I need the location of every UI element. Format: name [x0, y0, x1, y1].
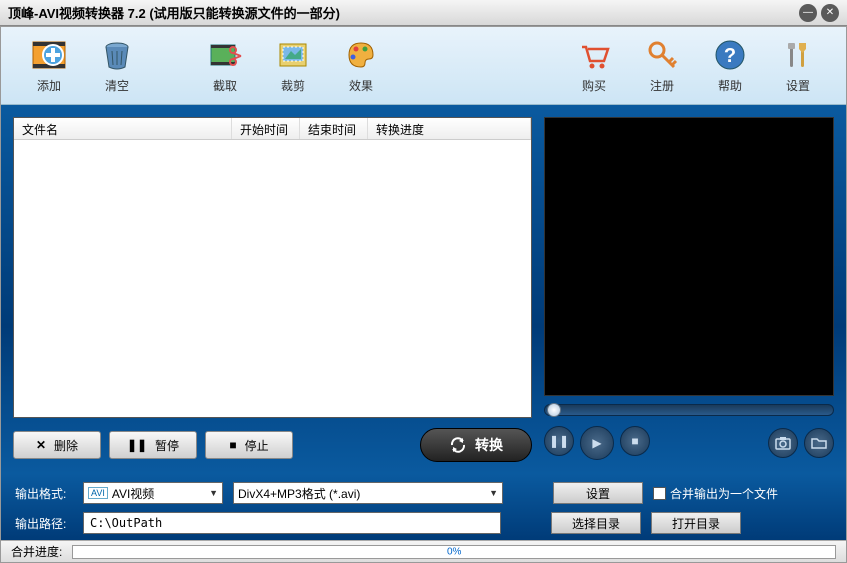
stop-icon: ■ [631, 434, 638, 448]
seek-slider[interactable] [544, 404, 834, 416]
stop-button[interactable]: ■ 停止 [205, 431, 293, 459]
media-controls: ❚❚ ▶ ■ [544, 424, 834, 462]
chevron-down-icon: ▼ [489, 488, 498, 498]
effect-button[interactable]: 效果 [327, 37, 395, 94]
media-stop-button[interactable]: ■ [620, 426, 650, 456]
right-panel: ❚❚ ▶ ■ [544, 117, 834, 462]
film-add-icon [31, 37, 67, 73]
picture-crop-icon [275, 37, 311, 73]
format-settings-button[interactable]: 设置 [553, 482, 643, 504]
action-row: ✕ 删除 ❚❚ 暂停 ■ 停止 转换 [13, 428, 532, 462]
output-section: 输出格式: AVI AVI视频 ▼ DivX4+MP3格式 (*.avi) ▼ … [1, 474, 846, 540]
merge-checkbox[interactable] [653, 487, 666, 500]
main-window: 添加 清空 截取 裁剪 效果 [0, 26, 847, 563]
add-button[interactable]: 添加 [15, 37, 83, 94]
merge-progress-bar: 0% [72, 545, 836, 559]
close-button[interactable]: ✕ [821, 4, 839, 22]
format-row: 输出格式: AVI AVI视频 ▼ DivX4+MP3格式 (*.avi) ▼ … [15, 482, 832, 504]
file-list[interactable]: 文件名 开始时间 结束时间 转换进度 [13, 117, 532, 418]
settings-button[interactable]: 设置 [764, 37, 832, 94]
refresh-icon [449, 436, 467, 454]
toolbar: 添加 清空 截取 裁剪 效果 [1, 27, 846, 105]
register-button[interactable]: 注册 [628, 37, 696, 94]
crop-button[interactable]: 裁剪 [259, 37, 327, 94]
cart-icon [576, 37, 612, 73]
seek-thumb[interactable] [547, 403, 561, 417]
merge-progress-label: 合并进度: [11, 543, 62, 560]
play-icon: ▶ [592, 436, 601, 450]
key-icon [644, 37, 680, 73]
snapshot-button[interactable] [768, 428, 798, 458]
col-start[interactable]: 开始时间 [232, 118, 300, 139]
clear-button[interactable]: 清空 [83, 37, 151, 94]
delete-button[interactable]: ✕ 删除 [13, 431, 101, 459]
pause-button[interactable]: ❚❚ 暂停 [109, 431, 197, 459]
stop-icon: ■ [229, 438, 236, 452]
pause-icon: ❚❚ [127, 438, 147, 452]
folder-icon [811, 436, 827, 450]
title-bar: 顶峰-AVI视频转换器 7.2 (试用版只能转换源文件的一部分) — ✕ [0, 0, 847, 26]
palette-icon [343, 37, 379, 73]
merge-progress-percent: 0% [447, 546, 461, 557]
status-bar: 合并进度: 0% [1, 540, 846, 562]
left-panel: 文件名 开始时间 结束时间 转换进度 ✕ 删除 ❚❚ 暂停 ■ 停 [13, 117, 532, 462]
merge-label: 合并输出为一个文件 [670, 485, 778, 502]
file-list-body[interactable] [14, 140, 531, 417]
col-end[interactable]: 结束时间 [300, 118, 368, 139]
minimize-button[interactable]: — [799, 4, 817, 22]
path-row: 输出路径: 选择目录 打开目录 [15, 512, 832, 534]
tools-icon [780, 37, 816, 73]
camera-icon [775, 436, 791, 450]
chevron-down-icon: ▼ [209, 488, 218, 498]
content-area: 文件名 开始时间 结束时间 转换进度 ✕ 删除 ❚❚ 暂停 ■ 停 [1, 105, 846, 474]
video-preview[interactable] [544, 117, 834, 396]
capture-button[interactable]: 截取 [191, 37, 259, 94]
x-icon: ✕ [36, 438, 46, 452]
format-dropdown-2[interactable]: DivX4+MP3格式 (*.avi) ▼ [233, 482, 503, 504]
format-dropdown-1[interactable]: AVI AVI视频 ▼ [83, 482, 223, 504]
path-label: 输出路径: [15, 515, 73, 532]
file-list-header: 文件名 开始时间 结束时间 转换进度 [14, 118, 531, 140]
trash-icon [99, 37, 135, 73]
buy-button[interactable]: 购买 [560, 37, 628, 94]
pause-icon: ❚❚ [549, 434, 569, 448]
media-play-button[interactable]: ▶ [580, 426, 614, 460]
format-label: 输出格式: [15, 485, 73, 502]
output-path-input[interactable] [83, 512, 501, 534]
help-icon: ? [712, 37, 748, 73]
open-folder-button[interactable] [804, 428, 834, 458]
window-title: 顶峰-AVI视频转换器 7.2 (试用版只能转换源文件的一部分) [8, 3, 795, 22]
scissors-film-icon [207, 37, 243, 73]
convert-button[interactable]: 转换 [420, 428, 532, 462]
col-progress[interactable]: 转换进度 [368, 118, 531, 139]
avi-badge-icon: AVI [88, 487, 108, 499]
col-filename[interactable]: 文件名 [14, 118, 232, 139]
merge-checkbox-wrap[interactable]: 合并输出为一个文件 [653, 485, 778, 502]
select-dir-button[interactable]: 选择目录 [551, 512, 641, 534]
media-pause-button[interactable]: ❚❚ [544, 426, 574, 456]
open-dir-button[interactable]: 打开目录 [651, 512, 741, 534]
svg-text:?: ? [724, 45, 736, 67]
help-button[interactable]: ? 帮助 [696, 37, 764, 94]
